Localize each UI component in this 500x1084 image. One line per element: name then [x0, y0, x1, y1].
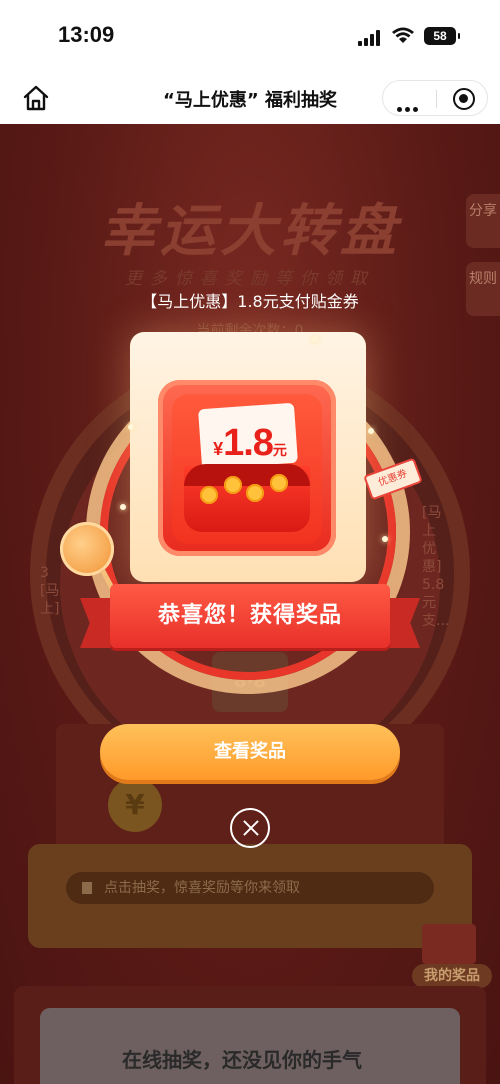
gold-coin-icon — [200, 486, 218, 504]
gold-coin-icon — [224, 476, 242, 494]
congrats-text: 恭喜您！获得奖品 — [110, 584, 390, 648]
status-bar: 13:09 58 — [0, 0, 500, 74]
mini-program-capsule — [382, 80, 488, 116]
prize-name: 【马上优惠】1.8元支付贴金券 — [141, 292, 359, 311]
nav-bar: “马上优惠” 福利抽奖 — [0, 74, 500, 124]
battery-icon: 58 — [424, 27, 460, 45]
capsule-divider — [436, 90, 437, 108]
sparkle-icon — [382, 536, 388, 542]
red-envelope-flap — [184, 464, 310, 486]
amount-unit: 元 — [272, 442, 287, 458]
prize-modal: 【马上优惠】1.8元支付贴金券 ¥1.8元 优惠券 恭喜您！获得奖品 查看奖品 — [0, 124, 500, 1084]
gold-coin-icon — [270, 474, 288, 492]
close-icon[interactable] — [230, 808, 270, 848]
sparkle-icon — [120, 504, 126, 510]
prize-amount: ¥1.8元 — [200, 422, 300, 465]
view-prize-button[interactable]: 查看奖品 — [100, 724, 400, 780]
sparkle-icon — [312, 336, 318, 342]
congrats-ribbon: 恭喜您！获得奖品 — [80, 584, 420, 656]
cellular-signal-icon — [358, 30, 384, 46]
gold-coin-icon — [246, 484, 264, 502]
status-time: 13:09 — [58, 22, 115, 47]
wifi-icon — [392, 27, 414, 43]
close-miniprogram-icon[interactable] — [453, 88, 475, 110]
amount-value: 1.8 — [223, 422, 274, 464]
sparkle-icon — [368, 428, 374, 434]
sparkle-icon — [128, 424, 134, 430]
currency-symbol: ¥ — [213, 439, 224, 459]
more-icon[interactable] — [397, 97, 421, 116]
lollipop-icon — [60, 522, 114, 576]
